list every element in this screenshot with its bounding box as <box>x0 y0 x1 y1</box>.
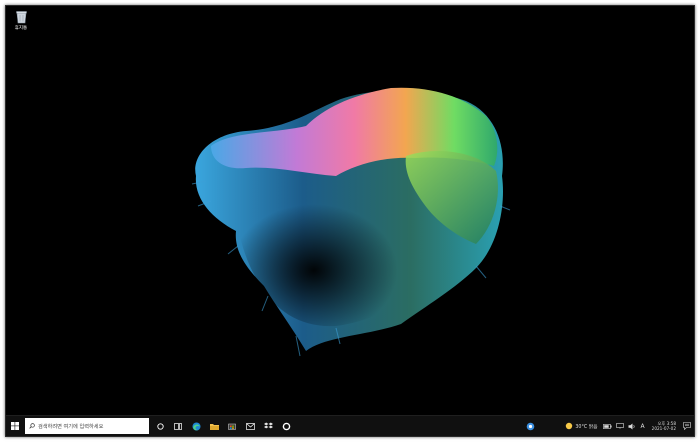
circle-icon <box>156 422 164 430</box>
recycle-bin-icon <box>15 11 27 24</box>
edge-icon <box>192 422 200 430</box>
ime-indicator[interactable]: A <box>641 423 645 430</box>
edge-button[interactable] <box>187 417 205 435</box>
network-icon <box>615 423 624 429</box>
mail-button[interactable] <box>241 417 259 435</box>
store-icon <box>228 423 236 430</box>
desktop-frame: 휴지통 검색하려면 여기에 입력하세요 30°C 맑음 A 오후 3:58 20… <box>5 5 695 437</box>
clock-date: 2021-07-02 <box>651 426 676 431</box>
taskbar: 검색하려면 여기에 입력하세요 30°C 맑음 A 오후 3:58 2021-0… <box>6 415 694 436</box>
windows-logo-icon <box>11 422 19 430</box>
notification-button[interactable] <box>680 417 694 435</box>
search-placeholder: 검색하려면 여기에 입력하세요 <box>38 423 104 430</box>
tray-app-icon <box>526 422 535 430</box>
folder-icon <box>209 423 219 430</box>
file-explorer-button[interactable] <box>205 417 223 435</box>
wallpaper <box>191 87 511 357</box>
start-button[interactable] <box>6 417 24 435</box>
mail-icon <box>245 422 255 430</box>
task-view-button[interactable] <box>169 417 187 435</box>
sun-icon <box>566 422 573 430</box>
recycle-bin-shortcut[interactable]: 휴지통 <box>9 10 33 31</box>
battery-icon <box>603 423 612 429</box>
network-button[interactable] <box>614 417 626 435</box>
cortana-button[interactable] <box>151 417 169 435</box>
battery-button[interactable] <box>602 417 614 435</box>
search-icon <box>29 423 35 429</box>
dropbox-icon <box>263 422 273 429</box>
store-button[interactable] <box>223 417 241 435</box>
recycle-bin-label: 휴지통 <box>14 26 28 31</box>
settings-button[interactable] <box>277 417 295 435</box>
speaker-icon <box>628 423 635 429</box>
volume-button[interactable] <box>626 417 638 435</box>
weather-widget[interactable]: 30°C 맑음 <box>565 417 601 435</box>
search-box[interactable]: 검색하려면 여기에 입력하세요 <box>25 418 149 434</box>
dropbox-button[interactable] <box>259 417 277 435</box>
notification-icon <box>683 422 691 430</box>
clock[interactable]: 오후 3:58 2021-07-02 <box>652 421 676 431</box>
task-view-icon <box>174 422 182 430</box>
weather-text: 30°C 맑음 <box>575 424 598 430</box>
system-tray: 30°C 맑음 A 오후 3:58 2021-07-02 <box>521 416 694 436</box>
tray-app-button[interactable] <box>521 417 539 435</box>
circle-app-icon <box>282 422 290 430</box>
